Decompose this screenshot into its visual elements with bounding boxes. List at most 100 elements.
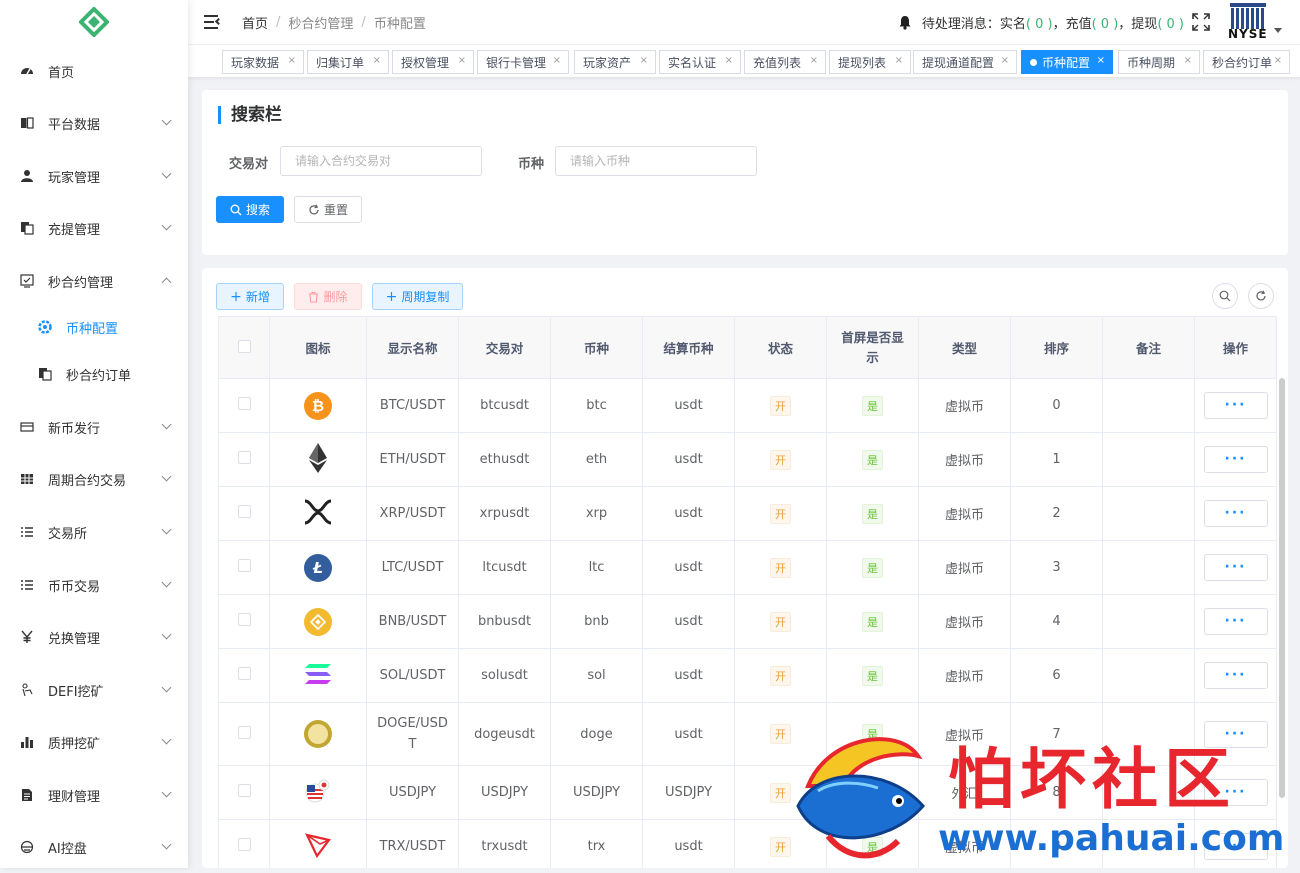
- tab-label: 提现通道配置: [922, 55, 995, 70]
- tab-2[interactable]: 归集订单 ×: [307, 50, 389, 74]
- add-button[interactable]: + 新增: [216, 283, 284, 310]
- sidebar-item[interactable]: 周期合约交易: [0, 453, 188, 505]
- close-icon[interactable]: ×: [373, 55, 381, 66]
- row-checkbox[interactable]: [237, 725, 251, 739]
- tab-4[interactable]: 银行卡管理 ×: [477, 50, 569, 74]
- close-icon[interactable]: ×: [1097, 55, 1105, 66]
- table-row[interactable]: ETH/USDT ethusdt eth usdt 开是虚拟币 1 ···: [218, 432, 1277, 487]
- row-checkbox[interactable]: [237, 505, 251, 518]
- cell-pair: solusdt: [458, 648, 551, 703]
- more-actions-button[interactable]: ···: [1203, 500, 1268, 527]
- more-actions-button[interactable]: ···: [1203, 720, 1268, 748]
- more-actions-button[interactable]: ···: [1203, 662, 1268, 689]
- row-checkbox[interactable]: [237, 784, 251, 797]
- notice-deposit[interactable]: 充值( 0 )，: [1066, 13, 1132, 32]
- row-checkbox[interactable]: [237, 397, 251, 410]
- tab-5[interactable]: 玩家资产 ×: [574, 50, 656, 74]
- sidebar-item[interactable]: 充提管理: [0, 202, 188, 254]
- avatar[interactable]: NYSE: [1228, 3, 1268, 41]
- tab-12[interactable]: 秒合约订单 ×: [1203, 50, 1290, 74]
- close-icon[interactable]: ×: [288, 55, 296, 66]
- row-checkbox[interactable]: [237, 613, 251, 626]
- sidebar-item[interactable]: 理财管理: [0, 769, 188, 821]
- row-checkbox[interactable]: [237, 451, 251, 464]
- notice-realname[interactable]: 实名( 0 )，: [1000, 13, 1066, 32]
- sidebar-item[interactable]: 币种配置: [0, 305, 188, 349]
- notice-withdraw[interactable]: 提现( 0 ): [1131, 13, 1184, 32]
- sidebar-item[interactable]: 秒合约管理: [0, 255, 188, 307]
- tab-label: 玩家数据: [231, 55, 280, 70]
- toggle-search-button[interactable]: [1212, 283, 1238, 309]
- close-icon[interactable]: ×: [1001, 55, 1009, 66]
- table-row[interactable]: SOL/USDT solusdt sol usdt 开是虚拟币 6 ···: [218, 648, 1277, 703]
- table-row[interactable]: BNB/USDT bnbusdt bnb usdt 开是虚拟币 4 ···: [218, 594, 1277, 649]
- coin-input[interactable]: [555, 146, 757, 176]
- sidebar-item[interactable]: 平台数据: [0, 97, 188, 149]
- sidebar-item[interactable]: AI控盘: [0, 821, 188, 873]
- tab-10[interactable]: 币种配置 ×: [1021, 50, 1113, 74]
- table-row[interactable]: TRX/USDT trxusdt trx usdt 开是虚拟币 8 ···: [218, 819, 1277, 868]
- row-checkbox[interactable]: [237, 667, 251, 680]
- avatar-dropdown-icon[interactable]: [1274, 27, 1282, 33]
- cell-coin: doge: [550, 702, 643, 766]
- sidebar-item[interactable]: DEFI挖矿: [0, 664, 188, 716]
- tab-8[interactable]: 提现列表 ×: [829, 50, 911, 74]
- refresh-table-button[interactable]: [1248, 283, 1274, 309]
- more-actions-button[interactable]: ···: [1203, 392, 1268, 419]
- sidebar-item[interactable]: 秒合约订单: [0, 352, 188, 396]
- sidebar-item[interactable]: 币币交易: [0, 559, 188, 611]
- app-logo[interactable]: [0, 0, 188, 44]
- more-actions-button[interactable]: ···: [1203, 446, 1268, 473]
- table-row[interactable]: ₿ BTC/USDT btcusdt btc usdt 开是虚拟币 0 ···: [218, 378, 1277, 433]
- cell-type: 虚拟币: [918, 702, 1011, 766]
- search-button[interactable]: 搜索: [216, 196, 284, 223]
- delete-button[interactable]: 删除: [294, 283, 362, 310]
- sidebar-item[interactable]: 兑换管理: [0, 611, 188, 663]
- table-row[interactable]: XRP/USDT xrpusdt xrp usdt 开是虚拟币 2 ···: [218, 486, 1277, 541]
- tab-11[interactable]: 币种周期 ×: [1118, 50, 1200, 74]
- select-all-checkbox[interactable]: [237, 339, 251, 353]
- table-row[interactable]: Ł LTC/USDT ltcusdt ltc usdt 开是虚拟币 3 ···: [218, 540, 1277, 595]
- tab-7[interactable]: 充值列表 ×: [744, 50, 826, 74]
- table-row[interactable]: DOGE/USDT dogeusdt doge usdt 开是虚拟币 7 ···: [218, 702, 1277, 766]
- more-actions-button[interactable]: ···: [1203, 833, 1268, 860]
- more-actions-button[interactable]: ···: [1203, 608, 1268, 635]
- cell-type: 虚拟币: [918, 648, 1011, 703]
- close-icon[interactable]: ×: [553, 55, 561, 66]
- close-icon[interactable]: ×: [810, 55, 818, 66]
- tab-1[interactable]: 玩家数据 ×: [222, 50, 304, 74]
- reset-button[interactable]: 重置: [294, 196, 362, 223]
- book-icon: [20, 116, 34, 130]
- sidebar-item[interactable]: 质押挖矿: [0, 716, 188, 768]
- close-icon[interactable]: ×: [458, 55, 466, 66]
- collapse-menu-icon[interactable]: [204, 15, 223, 29]
- breadcrumb-parent[interactable]: 秒合约管理: [288, 13, 353, 32]
- bell-icon[interactable]: [898, 15, 912, 30]
- status-tag: 开: [770, 611, 791, 632]
- cycle-copy-button[interactable]: + 周期复制: [372, 283, 463, 310]
- status-cell: 开: [734, 540, 827, 595]
- sidebar-item[interactable]: 玩家管理: [0, 150, 188, 202]
- tab-3[interactable]: 授权管理 ×: [392, 50, 474, 74]
- table-row[interactable]: USDJPY USDJPY USDJPY USDJPY 开是外汇 8 ···: [218, 765, 1277, 820]
- close-icon[interactable]: ×: [725, 55, 733, 66]
- fullscreen-icon[interactable]: [1192, 13, 1210, 31]
- row-checkbox[interactable]: [237, 559, 251, 572]
- sidebar-item[interactable]: 新币发行: [0, 401, 188, 453]
- table-scrollbar[interactable]: [1279, 378, 1285, 798]
- close-icon[interactable]: ×: [1274, 55, 1282, 66]
- close-icon[interactable]: ×: [1184, 55, 1192, 66]
- more-actions-button[interactable]: ···: [1203, 779, 1268, 806]
- close-icon[interactable]: ×: [895, 55, 903, 66]
- cell-sort: 3: [1010, 540, 1103, 595]
- row-checkbox[interactable]: [237, 838, 251, 851]
- tab-6[interactable]: 实名认证 ×: [659, 50, 741, 74]
- sidebar-item[interactable]: 首页: [0, 45, 188, 97]
- pair-input[interactable]: [280, 146, 482, 176]
- breadcrumb-home[interactable]: 首页: [242, 13, 268, 32]
- sidebar-item[interactable]: 交易所: [0, 506, 188, 558]
- copy-icon: [38, 367, 52, 381]
- close-icon[interactable]: ×: [640, 55, 648, 66]
- more-actions-button[interactable]: ···: [1203, 554, 1268, 581]
- tab-9[interactable]: 提现通道配置 ×: [913, 50, 1017, 74]
